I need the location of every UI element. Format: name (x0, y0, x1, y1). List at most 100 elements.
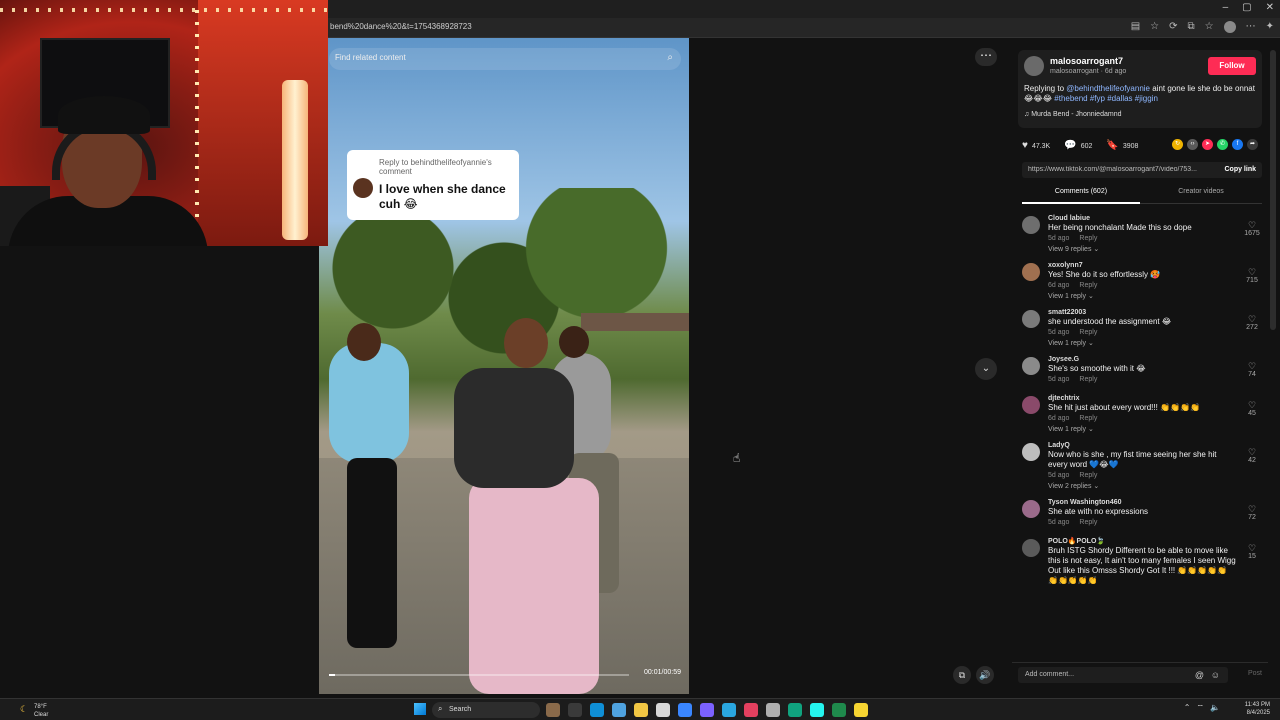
taskbar-app-icon[interactable] (788, 703, 802, 717)
picture-in-picture-button[interactable]: ⧉ (953, 666, 971, 684)
close-window-button[interactable]: ✕ (1266, 2, 1274, 13)
caption-hashtags[interactable]: #thebend #fyp #dallas #jiggin (1054, 94, 1158, 103)
view-replies-button[interactable]: View 1 reply ⌄ (1048, 425, 1236, 435)
view-replies-button[interactable]: View 1 reply ⌄ (1048, 339, 1236, 349)
caption-mention[interactable]: @behindthelifeofyannie (1066, 84, 1150, 93)
network-icon[interactable]: ⌔ (1197, 703, 1205, 713)
facebook-icon[interactable]: f (1232, 139, 1243, 150)
taskbar-app-icon[interactable] (810, 703, 824, 717)
author-username[interactable]: malosoarrogant7 (1050, 56, 1123, 66)
comment-username[interactable]: POLO🔥POLO🍃 (1048, 537, 1236, 546)
author-avatar[interactable] (1024, 56, 1044, 76)
comment-username[interactable]: xoxolynn7 (1048, 261, 1236, 270)
taskbar-app-icon[interactable] (656, 703, 670, 717)
taskbar-app-icon[interactable] (634, 703, 648, 717)
heart-outline-icon[interactable]: ♡ (1242, 543, 1262, 553)
comment-reply-button[interactable]: Reply (1079, 415, 1097, 422)
comment-avatar[interactable] (1022, 396, 1040, 414)
favorites-icon[interactable]: ☆ (1205, 21, 1214, 33)
view-replies-button[interactable]: View 1 reply ⌄ (1048, 292, 1236, 302)
heart-outline-icon[interactable]: ♡ (1242, 361, 1262, 371)
tab-comments[interactable]: Comments (602) (1022, 188, 1140, 204)
taskbar-app-icon[interactable] (766, 703, 780, 717)
comment-reply-button[interactable]: Reply (1079, 376, 1097, 383)
taskbar-app-icon[interactable] (744, 703, 758, 717)
comment-username[interactable]: smatt22003 (1048, 308, 1236, 317)
video-progress-bar[interactable] (329, 674, 629, 676)
comment-avatar[interactable] (1022, 539, 1040, 557)
taskbar-clock[interactable]: 11:43 PM 8/4/2025 (1245, 701, 1270, 717)
taskbar-app-icon[interactable] (854, 703, 868, 717)
music-info[interactable]: ♫ Murda Bend - Jhonniedamnd (1024, 111, 1121, 118)
extensions-icon[interactable]: ⧉ (1188, 21, 1195, 33)
search-icon[interactable]: ⌕ (667, 52, 673, 63)
favorite-star-icon[interactable]: ☆ (1150, 21, 1159, 33)
comment-like[interactable]: ♡ 72 (1242, 504, 1262, 521)
heart-outline-icon[interactable]: ♡ (1242, 314, 1262, 324)
tray-chevron-icon[interactable]: ⌃ (1184, 703, 1191, 713)
embed-icon[interactable]: ‹› (1187, 139, 1198, 150)
maximize-button[interactable]: ▢ (1242, 2, 1251, 13)
browser-menu-icon[interactable]: ⋯ (1246, 21, 1256, 33)
comment-username[interactable]: djtechtrix (1048, 394, 1236, 403)
taskbar-app-icon[interactable] (590, 703, 604, 717)
windows-start-icon[interactable] (414, 703, 426, 715)
taskbar-search[interactable]: ⌕ Search (432, 702, 540, 718)
panel-scrollbar[interactable] (1270, 50, 1276, 330)
refresh-icon[interactable]: ⟳ (1169, 21, 1177, 33)
minimize-button[interactable]: – (1223, 2, 1229, 13)
repost-icon[interactable]: ↻ (1172, 139, 1183, 150)
heart-outline-icon[interactable]: ♡ (1242, 504, 1262, 514)
heart-outline-icon[interactable]: ♡ (1242, 447, 1262, 457)
comment-like[interactable]: ♡ 45 (1242, 400, 1262, 417)
tab-creator-videos[interactable]: Creator videos (1142, 188, 1260, 195)
comment-like[interactable]: ♡ 272 (1242, 314, 1262, 331)
taskbar-app-icon[interactable] (678, 703, 692, 717)
post-comment-button[interactable]: Post (1248, 670, 1262, 677)
comment-username[interactable]: LadyQ (1048, 441, 1236, 450)
taskbar-app-icon[interactable] (546, 703, 560, 717)
view-replies-button[interactable]: View 2 replies ⌄ (1048, 482, 1236, 492)
comment-avatar[interactable] (1022, 443, 1040, 461)
volume-icon[interactable]: 🔈 (1210, 703, 1220, 713)
comment-reply-button[interactable]: Reply (1079, 235, 1097, 242)
comment-stat[interactable]: 💬 602 (1064, 140, 1092, 151)
send-to-friends-icon[interactable]: ➤ (1202, 139, 1213, 150)
comment-avatar[interactable] (1022, 216, 1040, 234)
taskbar-app-icon[interactable] (722, 703, 736, 717)
like-stat[interactable]: ♥ 47.3K (1022, 140, 1050, 151)
video-player[interactable]: Find related content ⌕ Reply to behindth… (319, 38, 689, 694)
comment-reply-button[interactable]: Reply (1079, 282, 1097, 289)
taskbar-app-icon[interactable] (700, 703, 714, 717)
comment-avatar[interactable] (1022, 263, 1040, 281)
comment-username[interactable]: Tyson Washington460 (1048, 498, 1236, 507)
mention-icon[interactable]: @ (1195, 670, 1204, 680)
comment-like[interactable]: ♡ 74 (1242, 361, 1262, 378)
comment-like[interactable]: ♡ 15 (1242, 543, 1262, 560)
heart-outline-icon[interactable]: ♡ (1242, 220, 1262, 230)
comment-reply-button[interactable]: Reply (1079, 519, 1097, 526)
emoji-icon[interactable]: ☺ (1211, 670, 1220, 680)
share-arrow-icon[interactable]: ➦ (1247, 139, 1258, 150)
whatsapp-icon[interactable]: ✆ (1217, 139, 1228, 150)
taskbar-app-icon[interactable] (612, 703, 626, 717)
comment-like[interactable]: ♡ 1675 (1242, 220, 1262, 237)
comment-username[interactable]: Cloud labiue (1048, 214, 1236, 223)
taskbar-app-icon[interactable] (832, 703, 846, 717)
read-mode-icon[interactable]: ▤ (1131, 21, 1140, 33)
comment-username[interactable]: Joysee.G (1048, 355, 1236, 364)
volume-button[interactable]: 🔊 (976, 666, 994, 684)
taskbar-app-icon[interactable] (568, 703, 582, 717)
post-link[interactable]: https://www.tiktok.com/@malosoarrogant7/… (1028, 166, 1204, 173)
url-text[interactable]: bend%20dance%20&t=1754368928723 (330, 22, 472, 31)
comment-reply-button[interactable]: Reply (1079, 329, 1097, 336)
copilot-icon[interactable]: ✦ (1266, 21, 1274, 33)
related-search-input[interactable]: Find related content ⌕ (329, 48, 681, 70)
heart-outline-icon[interactable]: ♡ (1242, 267, 1262, 277)
comment-avatar[interactable] (1022, 357, 1040, 375)
save-stat[interactable]: 🔖 3908 (1106, 140, 1138, 151)
comment-avatar[interactable] (1022, 500, 1040, 518)
comment-avatar[interactable] (1022, 310, 1040, 328)
copy-link-button[interactable]: Copy link (1224, 166, 1256, 173)
view-replies-button[interactable]: View 9 replies ⌄ (1048, 245, 1236, 255)
